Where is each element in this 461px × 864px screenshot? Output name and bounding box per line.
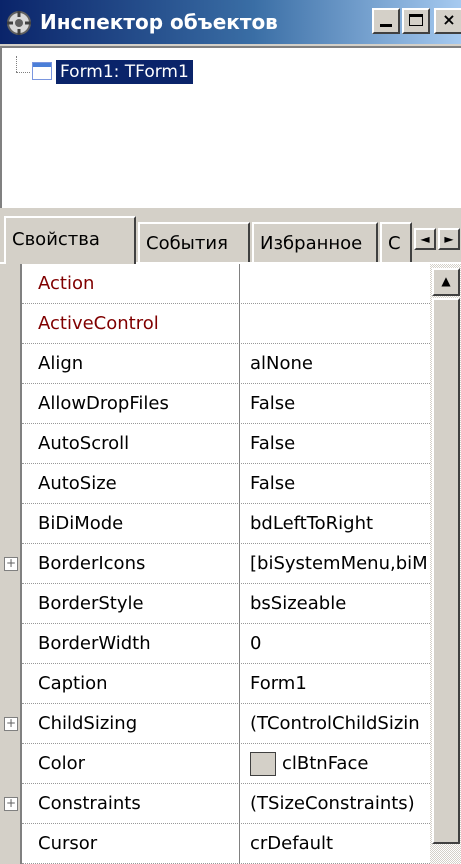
property-value[interactable]: (TSizeConstraints) <box>240 784 430 824</box>
property-name: AllowDropFiles <box>22 384 240 424</box>
property-value[interactable]: [biSystemMenu,biM <box>240 544 430 584</box>
property-value[interactable]: bsSizeable <box>240 584 430 624</box>
scrollbar-thumb[interactable] <box>432 298 460 844</box>
tree-connector <box>16 72 30 73</box>
property-row[interactable]: Action <box>22 264 430 304</box>
object-inspector-icon <box>7 11 31 35</box>
scroll-up-button[interactable]: ▲ <box>432 268 460 296</box>
property-value[interactable]: False <box>240 384 430 424</box>
property-row[interactable]: BorderIcons + [biSystemMenu,biM <box>4 544 430 584</box>
properties-panel: Action ActiveControl Align alNone AllowDropF… <box>0 262 461 864</box>
property-name: Color <box>22 744 240 784</box>
minimize-icon <box>380 24 392 27</box>
property-row[interactable]: AutoSize False <box>22 464 430 504</box>
property-row[interactable]: Color clBtnFace <box>22 744 430 784</box>
property-name: BiDiMode <box>22 504 240 544</box>
property-value[interactable]: bdLeftToRight <box>240 504 430 544</box>
arrow-right-icon: ► <box>444 232 454 246</box>
property-name: ChildSizing <box>22 704 240 744</box>
window-title: Инспектор объектов <box>40 10 278 34</box>
property-value[interactable]: Form1 <box>240 664 430 704</box>
property-row[interactable]: Align alNone <box>22 344 430 384</box>
property-row[interactable]: ActiveControl <box>22 304 430 344</box>
property-value[interactable]: crDefault <box>240 824 430 864</box>
tab-scroll-left-button[interactable]: ◄ <box>414 228 436 250</box>
maximize-icon <box>409 14 423 26</box>
arrow-up-icon: ▲ <box>441 274 451 288</box>
property-row[interactable]: Constraints + (TSizeConstraints) <box>4 784 430 824</box>
property-name: BorderStyle <box>22 584 240 624</box>
close-button[interactable]: × <box>434 8 461 34</box>
expand-icon[interactable]: + <box>4 557 18 571</box>
property-name: Action <box>22 264 240 304</box>
property-row[interactable]: Cursor crDefault <box>22 824 430 864</box>
property-value[interactable]: 0 <box>240 624 430 664</box>
property-value[interactable] <box>240 304 430 344</box>
property-name: BorderIcons <box>22 544 240 584</box>
maximize-button[interactable] <box>402 8 430 34</box>
property-value[interactable]: (TControlChildSizin <box>240 704 430 744</box>
property-value[interactable]: clBtnFace <box>240 744 430 784</box>
close-icon: × <box>442 10 456 29</box>
property-name: Constraints <box>22 784 240 824</box>
arrow-left-icon: ◄ <box>420 232 430 246</box>
property-grid[interactable]: Action ActiveControl Align alNone AllowDropF… <box>4 264 430 864</box>
property-name: BorderWidth <box>22 624 240 664</box>
tab-events[interactable]: События <box>138 222 250 262</box>
property-value[interactable]: False <box>240 424 430 464</box>
form-icon <box>32 62 52 80</box>
property-name: Caption <box>22 664 240 704</box>
title-bar[interactable]: Инспектор объектов × <box>0 0 461 44</box>
expand-icon[interactable]: + <box>4 717 18 731</box>
expand-icon[interactable]: + <box>4 797 18 811</box>
property-row[interactable]: AutoScroll False <box>22 424 430 464</box>
property-value[interactable]: False <box>240 464 430 504</box>
property-row[interactable]: BiDiMode bdLeftToRight <box>22 504 430 544</box>
property-name: AutoSize <box>22 464 240 504</box>
property-row[interactable]: BorderStyle bsSizeable <box>22 584 430 624</box>
property-name: Cursor <box>22 824 240 864</box>
tree-connector <box>16 56 17 72</box>
property-value-text: clBtnFace <box>282 753 369 774</box>
tab-strip: Свойства События Избранное С ◄ ► <box>0 214 461 264</box>
property-row[interactable]: AllowDropFiles False <box>22 384 430 424</box>
property-row[interactable]: BorderWidth 0 <box>22 624 430 664</box>
minimize-button[interactable] <box>372 8 400 34</box>
property-row[interactable]: ChildSizing + (TControlChildSizin <box>4 704 430 744</box>
tab-scroll-right-button[interactable]: ► <box>438 228 460 250</box>
tab-restricted[interactable]: С <box>380 222 412 262</box>
property-name: AutoScroll <box>22 424 240 464</box>
component-tree[interactable]: Form1: TForm1 <box>0 46 461 208</box>
property-value[interactable]: alNone <box>240 344 430 384</box>
property-name: ActiveControl <box>22 304 240 344</box>
vertical-scrollbar[interactable]: ▲ <box>430 264 461 864</box>
color-swatch <box>250 752 276 776</box>
tab-favorites[interactable]: Избранное <box>252 222 378 262</box>
property-row[interactable]: Caption Form1 <box>22 664 430 704</box>
tree-item-form1[interactable]: Form1: TForm1 <box>56 60 193 84</box>
property-value[interactable] <box>240 264 430 304</box>
tab-properties[interactable]: Свойства <box>4 216 136 264</box>
property-name: Align <box>22 344 240 384</box>
